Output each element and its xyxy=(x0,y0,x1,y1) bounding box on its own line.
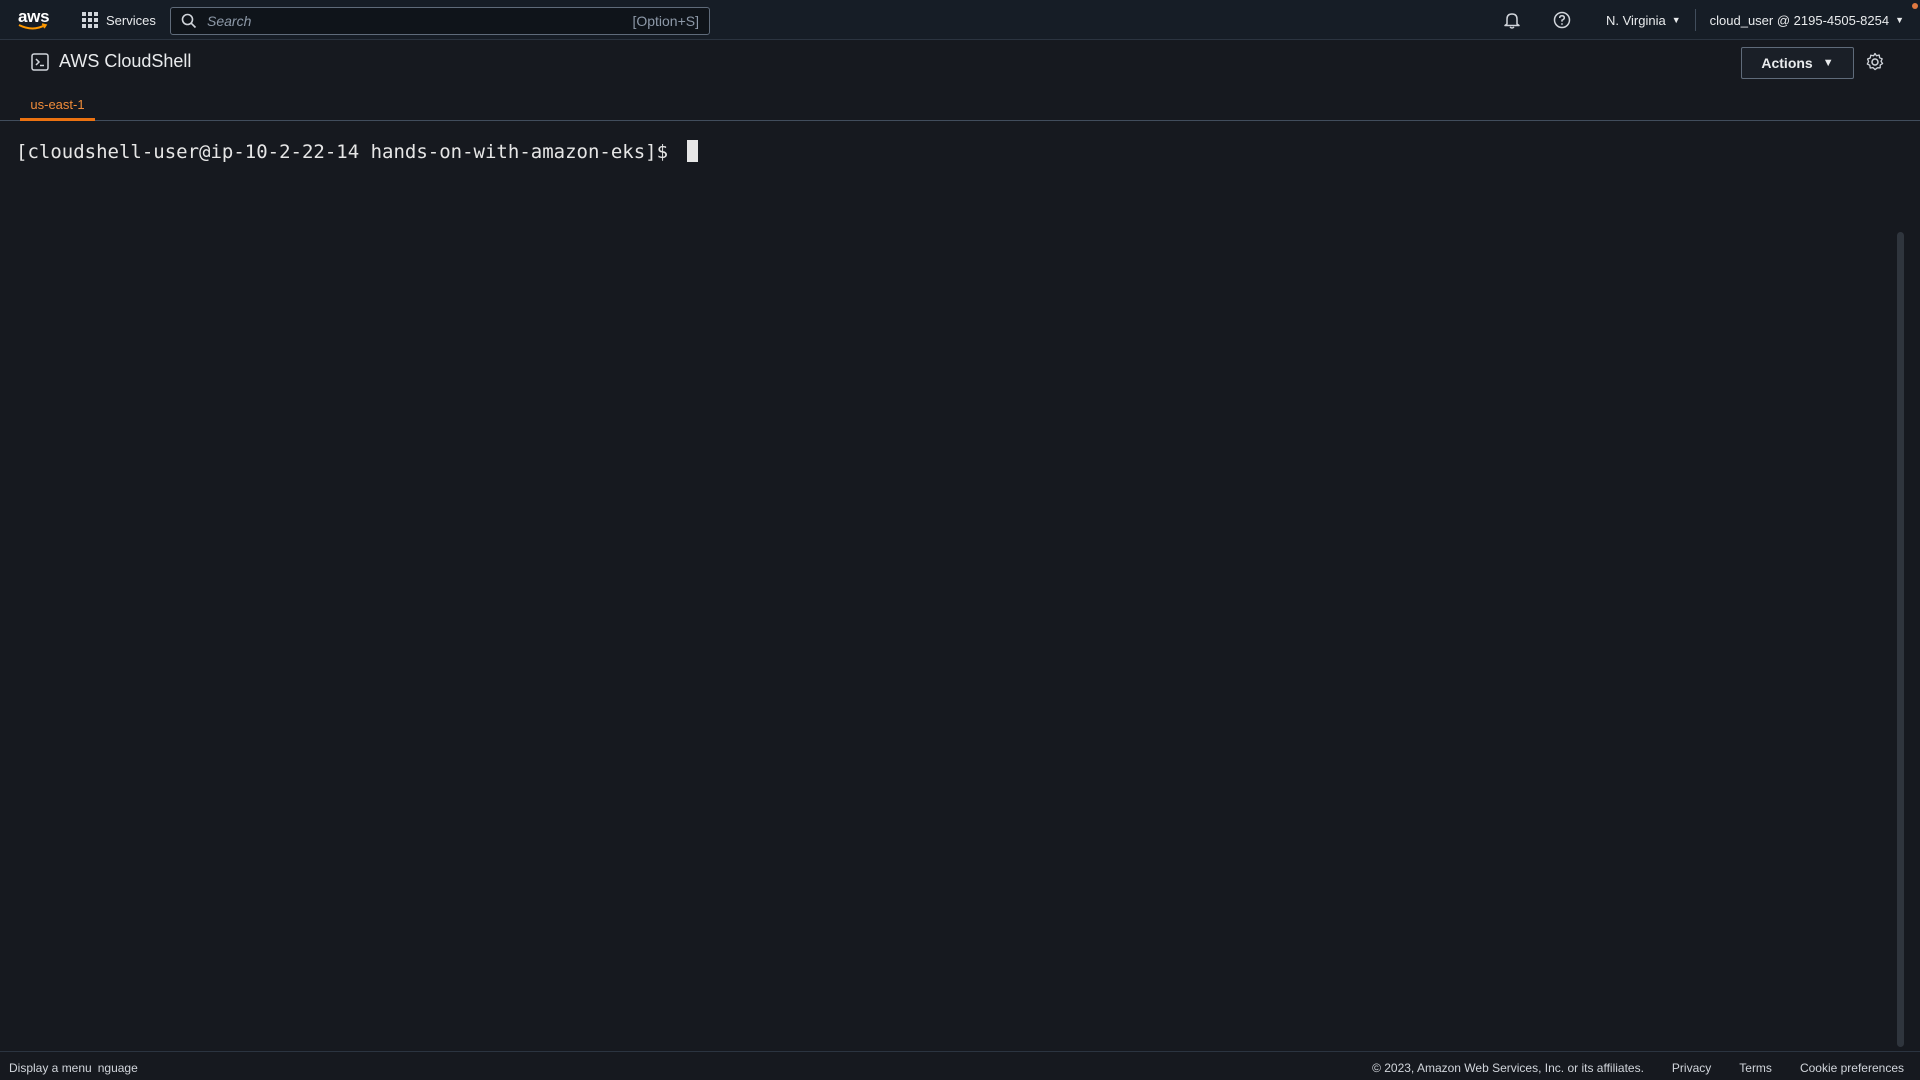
terminal-scrollbar[interactable] xyxy=(1897,232,1904,1047)
search-icon xyxy=(181,13,197,29)
terms-link[interactable]: Terms xyxy=(1739,1061,1772,1075)
search-shortcut-hint: [Option+S] xyxy=(632,13,699,29)
help-button[interactable] xyxy=(1552,10,1572,30)
page-title: AWS CloudShell xyxy=(31,51,191,72)
gear-icon[interactable] xyxy=(1865,52,1885,72)
grid-icon xyxy=(82,12,98,28)
copyright-text: © 2023, Amazon Web Services, Inc. or its… xyxy=(1372,1061,1644,1075)
notification-dot xyxy=(1912,3,1918,9)
account-menu[interactable]: cloud_user @ 2195-4505-8254 ▼ xyxy=(1710,13,1904,28)
terminal-pane[interactable]: [cloudshell-user@ip-10-2-22-14 hands-on-… xyxy=(0,122,1900,1052)
page-title-text: AWS CloudShell xyxy=(59,51,192,71)
account-label: cloud_user @ 2195-4505-8254 xyxy=(1709,12,1890,28)
services-menu-button[interactable]: Services xyxy=(82,9,156,31)
cookie-preferences-link[interactable]: Cookie preferences xyxy=(1800,1061,1904,1075)
terminal-prompt: [cloudshell-user@ip-10-2-22-14 hands-on-… xyxy=(16,141,680,163)
region-selector[interactable]: N. Virginia ▼ xyxy=(1606,13,1681,28)
aws-smile-icon xyxy=(18,23,48,30)
region-label: N. Virginia xyxy=(1605,12,1666,28)
actions-button[interactable]: Actions ▼ xyxy=(1741,47,1854,79)
footer: Display a menu nguage © 2023, Amazon Web… xyxy=(0,1051,1920,1080)
search-bar[interactable]: [Option+S] xyxy=(170,7,710,35)
cloudshell-header: AWS CloudShell us-east-1 Actions ▼ xyxy=(0,41,1920,121)
notifications-button[interactable] xyxy=(1502,10,1522,30)
footer-right: © 2023, Amazon Web Services, Inc. or its… xyxy=(1344,1061,1904,1075)
top-navigation: aws Services [Option+S] xyxy=(0,0,1920,40)
nav-right-group: N. Virginia ▼ cloud_user @ 2195-4505-825… xyxy=(1502,0,1904,40)
search-input[interactable] xyxy=(205,12,633,30)
caret-down-icon: ▼ xyxy=(1671,15,1681,25)
aws-logo[interactable]: aws xyxy=(17,7,51,33)
footer-left: Display a menu nguage xyxy=(9,1061,138,1075)
terminal-icon xyxy=(31,52,49,71)
caret-down-icon: ▼ xyxy=(1895,15,1904,25)
nav-divider xyxy=(1694,9,1696,31)
bell-icon xyxy=(1504,13,1520,29)
language-selector[interactable]: nguage xyxy=(98,1061,138,1075)
services-label: Services xyxy=(106,12,156,28)
terminal-line: [cloudshell-user@ip-10-2-22-14 hands-on-… xyxy=(16,140,1884,163)
terminal-cursor xyxy=(687,140,699,162)
help-icon xyxy=(1553,11,1571,29)
actions-label: Actions xyxy=(1761,55,1813,71)
display-menu-button[interactable]: Display a menu xyxy=(9,1061,92,1075)
privacy-link[interactable]: Privacy xyxy=(1672,1061,1711,1075)
tab-us-east-1[interactable]: us-east-1 xyxy=(20,93,95,121)
caret-down-icon: ▼ xyxy=(1822,57,1834,69)
